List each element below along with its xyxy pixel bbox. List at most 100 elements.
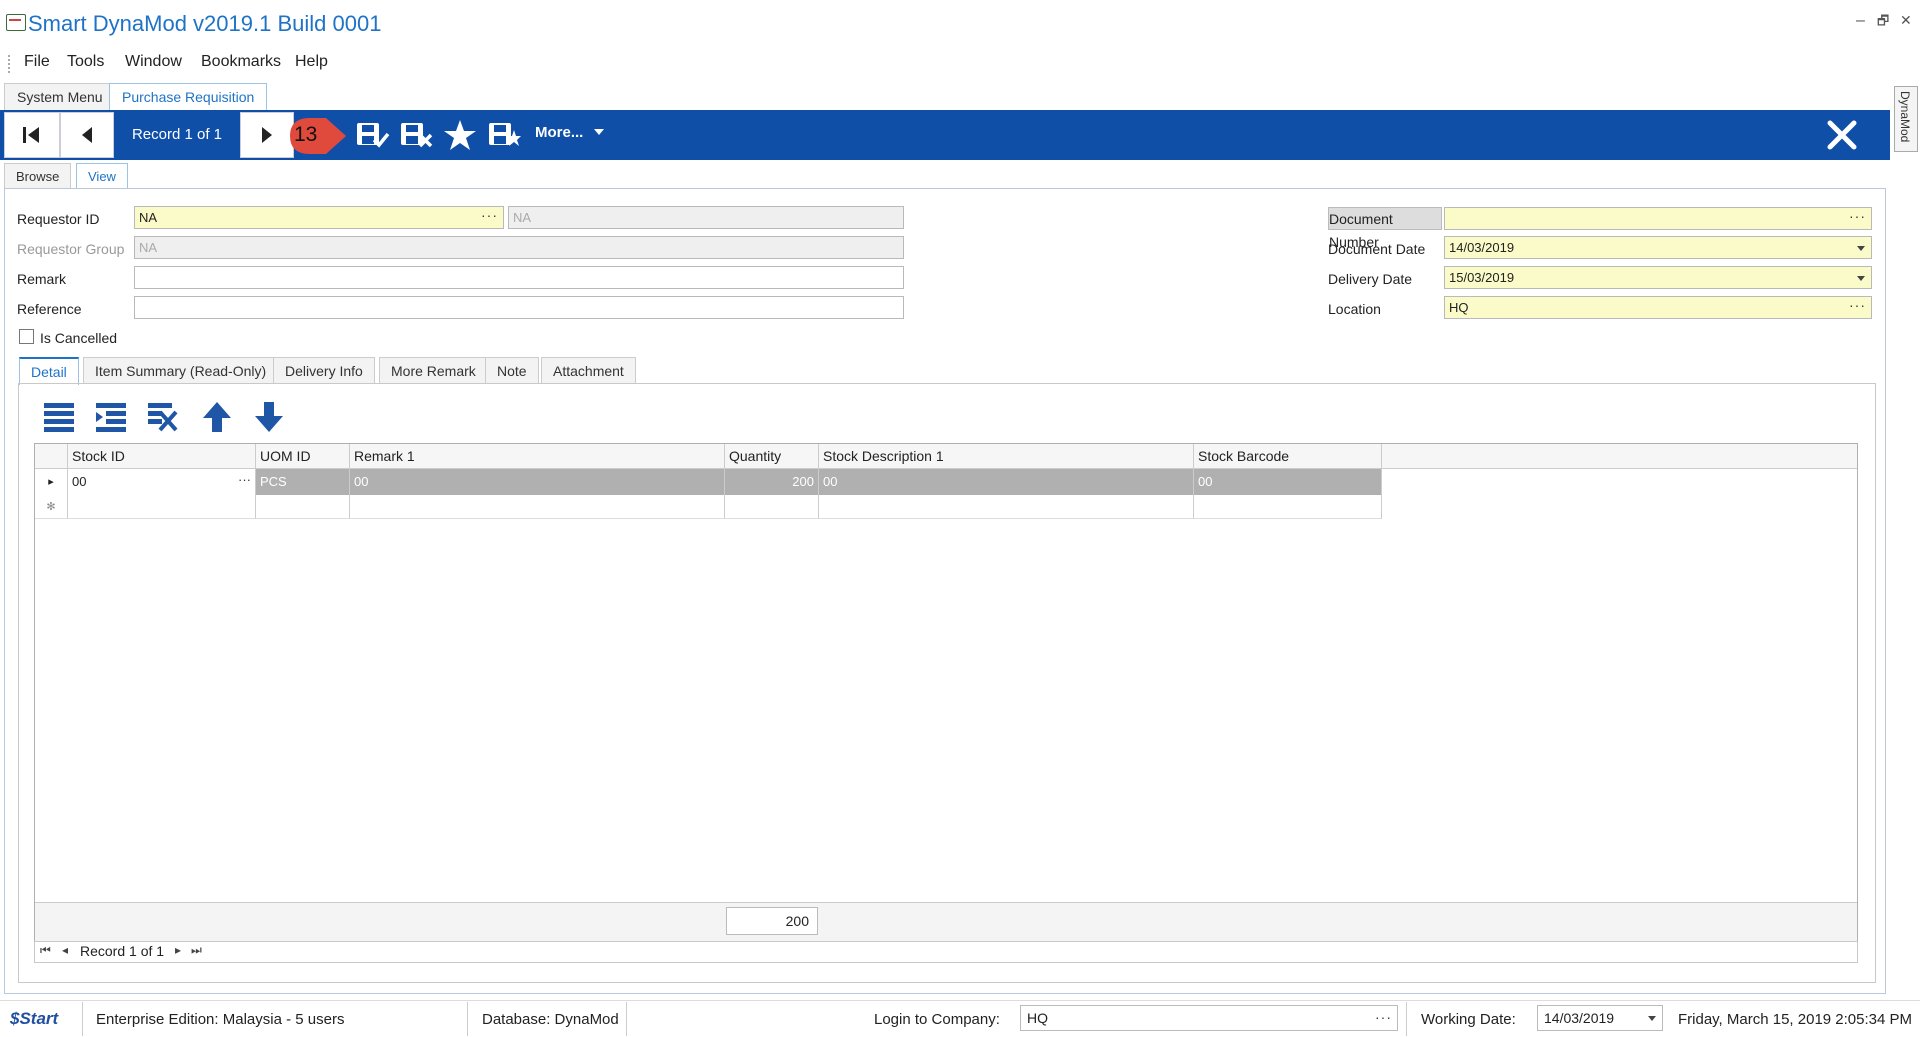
location-field[interactable]: HQ ··· [1444, 296, 1872, 319]
column-header-filler [1382, 444, 1857, 469]
document-number-lookup-icon[interactable]: ··· [1849, 208, 1866, 227]
document-number-field[interactable]: ··· [1444, 207, 1872, 230]
tab-item-summary[interactable]: Item Summary (Read-Only) [83, 357, 279, 384]
tab-delivery-info[interactable]: Delivery Info [273, 357, 375, 384]
reference-label: Reference [17, 301, 82, 317]
step-callout-number: 13 [294, 123, 318, 146]
restore-icon[interactable]: 🗗 [1877, 12, 1889, 34]
grid-next-icon[interactable]: ▸ [175, 943, 181, 957]
tab-more-remark[interactable]: More Remark [379, 357, 488, 384]
status-separator [1406, 1002, 1407, 1036]
move-down-icon[interactable] [252, 400, 286, 434]
cell-uom-id[interactable]: PCS [256, 469, 350, 495]
side-tab-dynamod[interactable]: DynaMod [1894, 86, 1918, 152]
new-row-cell[interactable] [350, 495, 725, 519]
cell-quantity[interactable]: 200 [725, 469, 819, 495]
start-button[interactable]: $Start [10, 1009, 58, 1029]
new-row-cell[interactable] [256, 495, 350, 519]
close-window-icon[interactable]: ✕ [1900, 12, 1912, 29]
tab-view[interactable]: View [76, 163, 128, 189]
login-company-field[interactable]: HQ ··· [1020, 1005, 1398, 1031]
menu-window[interactable]: Window [125, 53, 182, 71]
delete-row-icon[interactable] [146, 400, 180, 434]
column-header-stock-id[interactable]: Stock ID [68, 444, 256, 469]
more-dropdown-icon[interactable] [594, 129, 604, 135]
location-lookup-icon[interactable]: ··· [1849, 297, 1866, 316]
insert-row-icon[interactable] [42, 400, 76, 434]
working-date-field[interactable]: 14/03/2019 [1537, 1005, 1663, 1031]
requestor-group-label: Requestor Group [17, 241, 125, 257]
save-bookmark-icon[interactable] [486, 118, 522, 152]
menu-file[interactable]: File [24, 53, 50, 71]
first-record-button[interactable] [4, 112, 60, 158]
document-date-dropdown-icon[interactable] [1857, 246, 1865, 251]
cell-remark1[interactable]: 00 [350, 469, 725, 495]
column-header-uom-id[interactable]: UOM ID [256, 444, 350, 469]
current-datetime: Friday, March 15, 2019 2:05:34 PM [1678, 1011, 1913, 1028]
table-row[interactable]: ▸ 00 ··· PCS 00 200 00 00 [35, 469, 1382, 495]
requestor-id-lookup-icon[interactable]: ··· [481, 207, 498, 226]
working-date-dropdown-icon[interactable] [1648, 1016, 1656, 1021]
menu-bar [0, 50, 1920, 78]
new-row-indicator-icon: ✻ [35, 495, 68, 519]
stock-id-lookup-icon[interactable]: ··· [238, 469, 251, 493]
is-cancelled-checkbox[interactable] [19, 329, 34, 344]
delivery-date-label: Delivery Date [1328, 271, 1413, 287]
menu-bookmarks[interactable]: Bookmarks [201, 53, 281, 71]
menu-help[interactable]: Help [295, 53, 328, 71]
column-header-stock-description1[interactable]: Stock Description 1 [819, 444, 1194, 469]
column-header-remark1[interactable]: Remark 1 [350, 444, 725, 469]
column-header-stock-barcode[interactable]: Stock Barcode [1194, 444, 1382, 469]
cell-stock-id-value: 00 [72, 474, 87, 489]
save-close-icon[interactable] [398, 118, 434, 152]
new-row-cell[interactable] [725, 495, 819, 519]
next-icon [262, 127, 272, 143]
status-separator [467, 1002, 468, 1036]
remark-field[interactable] [134, 266, 904, 289]
tab-detail[interactable]: Detail [19, 357, 79, 385]
new-row-cell[interactable] [819, 495, 1194, 519]
tab-purchase-requisition[interactable]: Purchase Requisition [109, 83, 268, 111]
new-row-cell[interactable] [1194, 495, 1382, 519]
menu-tools[interactable]: Tools [67, 53, 104, 71]
delivery-date-value: 15/03/2019 [1449, 270, 1515, 285]
new-row-cell[interactable] [68, 495, 256, 519]
tab-note[interactable]: Note [485, 357, 539, 384]
column-header-quantity[interactable]: Quantity [725, 444, 819, 469]
cell-stock-barcode[interactable]: 00 [1194, 469, 1382, 495]
previous-record-button[interactable] [60, 112, 114, 158]
cell-stock-id[interactable]: 00 ··· [68, 469, 256, 495]
indent-row-icon[interactable] [94, 400, 128, 434]
more-button[interactable]: More... [535, 124, 583, 141]
new-row[interactable]: ✻ [35, 495, 1382, 519]
delivery-date-dropdown-icon[interactable] [1857, 276, 1865, 281]
document-date-field[interactable]: 14/03/2019 [1444, 236, 1872, 259]
grid-first-icon[interactable]: ⏮ [40, 943, 51, 958]
status-separator [82, 1002, 83, 1036]
is-cancelled-label: Is Cancelled [40, 330, 118, 346]
document-number-label: Document Number [1328, 207, 1442, 250]
requestor-id-field[interactable]: NA ··· [134, 206, 504, 229]
delivery-date-field[interactable]: 15/03/2019 [1444, 266, 1872, 289]
start-label: Start [19, 1009, 59, 1028]
reference-field[interactable] [134, 296, 904, 319]
save-icon[interactable] [354, 118, 390, 152]
edition-status: Enterprise Edition: Malaysia - 5 users [96, 1011, 345, 1028]
grid-footer [35, 902, 1857, 941]
login-company-lookup-icon[interactable]: ··· [1375, 1005, 1392, 1029]
close-form-icon[interactable] [1824, 117, 1860, 153]
requestor-id-label: Requestor ID [17, 211, 100, 227]
grid-last-icon[interactable]: ⏭ [191, 943, 202, 958]
tab-system-menu[interactable]: System Menu [4, 83, 116, 111]
tab-browse[interactable]: Browse [4, 163, 72, 189]
move-up-icon[interactable] [200, 400, 234, 434]
location-label: Location [1328, 301, 1381, 317]
grid-prev-icon[interactable]: ◂ [62, 943, 68, 957]
document-date-label: Document Date [1328, 241, 1426, 257]
cell-stock-description1[interactable]: 00 [819, 469, 1194, 495]
working-date-label: Working Date: [1421, 1011, 1516, 1028]
bookmark-star-icon[interactable] [442, 118, 478, 152]
minimize-icon[interactable]: – [1856, 12, 1865, 30]
tab-attachment[interactable]: Attachment [541, 357, 636, 384]
requestor-id-value: NA [139, 210, 158, 225]
